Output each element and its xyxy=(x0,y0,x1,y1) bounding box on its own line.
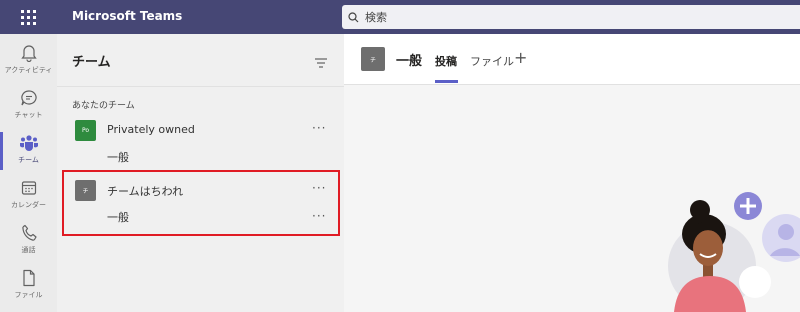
highlight-box xyxy=(62,170,340,236)
search-input[interactable] xyxy=(363,9,747,25)
phone-icon xyxy=(21,224,37,241)
rail-item-calls[interactable]: 通話 xyxy=(0,220,57,262)
panel-header: チーム xyxy=(57,34,344,87)
calendar-icon xyxy=(21,181,36,195)
tab-posts[interactable]: 投稿 xyxy=(435,53,457,69)
search-box[interactable] xyxy=(342,5,800,29)
filter-icon xyxy=(315,58,327,68)
rail-label: ファイル xyxy=(14,291,43,299)
rail-item-teams[interactable]: チーム xyxy=(0,130,57,172)
channel-title: 一般 xyxy=(396,54,423,69)
tab-files[interactable]: ファイル xyxy=(470,53,514,69)
app-title: Microsoft Teams xyxy=(72,9,183,23)
welcome-illustration xyxy=(668,192,800,312)
channel-header: チ 一般 投稿 ファイル + xyxy=(344,34,800,85)
team-item[interactable]: Po Privately owned ··· xyxy=(57,117,344,143)
section-label: あなたのチーム xyxy=(72,101,135,111)
rail-label: 通話 xyxy=(21,246,36,254)
more-options-button[interactable]: ··· xyxy=(312,121,326,135)
rail-item-calendar[interactable]: カレンダー xyxy=(0,175,57,217)
team-avatar: Po xyxy=(75,120,96,141)
bell-icon xyxy=(20,45,37,62)
add-tab-button[interactable]: + xyxy=(514,48,527,67)
rail-item-chat[interactable]: チャット xyxy=(0,85,57,127)
rail-label: カレンダー xyxy=(11,201,46,209)
rail-label: アクティビティ xyxy=(4,66,53,74)
teams-icon xyxy=(19,135,38,151)
channel-item[interactable]: 一般 xyxy=(57,145,344,167)
channel-avatar: チ xyxy=(361,47,385,71)
app-bar: アクティビティ チャット チーム カレンダー 通話 ファイル xyxy=(0,34,57,312)
chat-icon xyxy=(20,90,37,106)
rail-item-files[interactable]: ファイル xyxy=(0,265,57,307)
team-name: Privately owned xyxy=(107,123,195,136)
channel-name: 一般 xyxy=(107,151,129,164)
search-icon xyxy=(348,11,359,22)
rail-label: チーム xyxy=(18,156,39,164)
active-tab-indicator xyxy=(435,80,458,83)
rail-label: チャット xyxy=(14,111,43,119)
title-bar: Microsoft Teams xyxy=(0,0,800,34)
panel-title: チーム xyxy=(72,55,111,70)
file-icon xyxy=(22,269,35,287)
waffle-icon xyxy=(21,9,36,25)
app-launcher-button[interactable] xyxy=(0,0,57,34)
filter-button[interactable] xyxy=(315,53,327,72)
rail-item-activity[interactable]: アクティビティ xyxy=(0,40,57,82)
